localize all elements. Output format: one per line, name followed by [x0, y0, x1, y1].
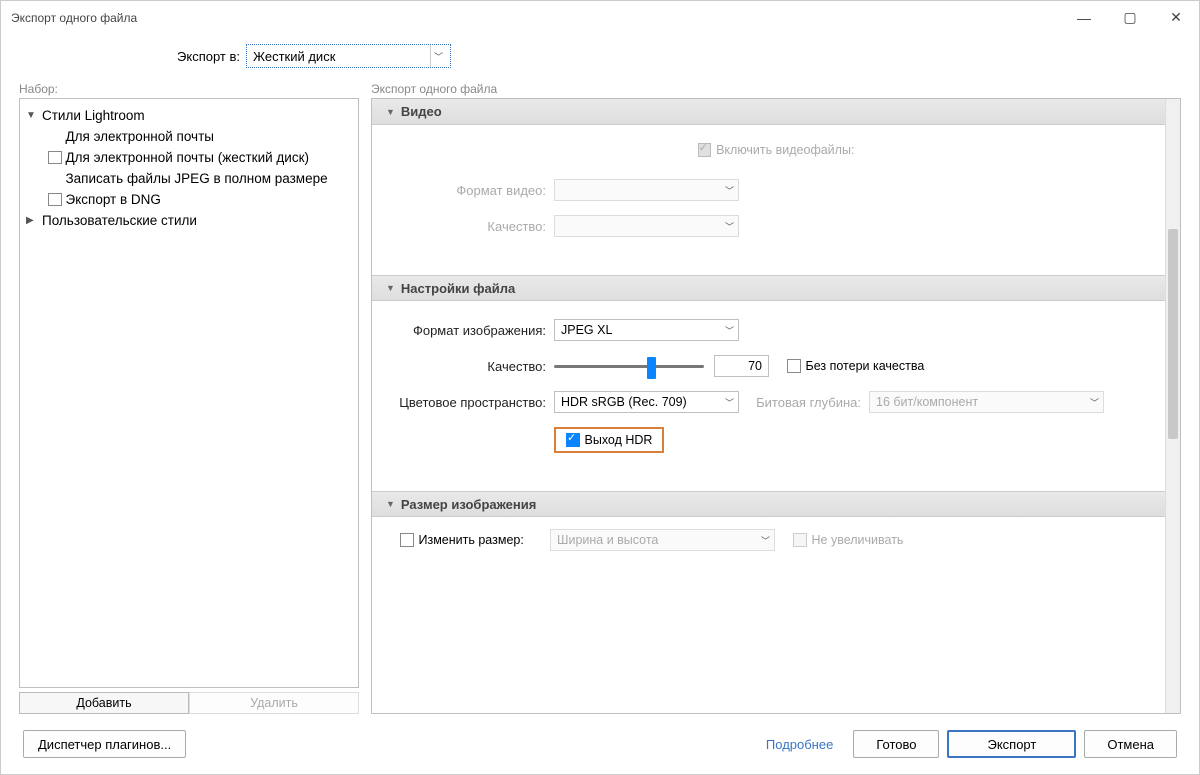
section-video-body: Включить видеофайлы: Формат видео: ﹀ Кач…	[372, 125, 1180, 275]
quality-input[interactable]	[714, 355, 769, 377]
export-destination-value: Жесткий диск	[253, 49, 335, 64]
chk-spacer	[48, 172, 62, 186]
chevron-down-icon: ﹀	[725, 324, 734, 337]
checkbox-icon	[698, 143, 712, 157]
presets-tree[interactable]: ▼ Стили Lightroom Для электронной почты …	[19, 98, 359, 688]
video-quality-label: Качество:	[394, 219, 554, 234]
preset-email-hd[interactable]: Для электронной почты (жесткий диск)	[24, 147, 354, 168]
chevron-down-icon: ﹀	[725, 396, 734, 409]
section-file-body: Формат изображения: JPEG XL﹀ Качество: Б…	[372, 301, 1180, 491]
remove-preset-button: Удалить	[189, 692, 359, 714]
chevron-down-icon: ﹀	[761, 534, 770, 547]
triangle-down-icon: ▼	[26, 110, 38, 121]
section-file-header[interactable]: ▼ Настройки файла	[372, 275, 1180, 301]
export-destination-select[interactable]: Жесткий диск ﹀	[246, 44, 451, 68]
triangle-down-icon: ▼	[386, 283, 395, 293]
settings-panel: Экспорт одного файла ▼ Видео Включить ви…	[371, 82, 1181, 714]
scrollbar-thumb[interactable]	[1168, 229, 1178, 439]
bitdepth-label: Битовая глубина:	[739, 395, 869, 410]
lossless-checkbox[interactable]: Без потери качества	[787, 359, 924, 373]
triangle-down-icon: ▼	[386, 499, 395, 509]
cancel-button[interactable]: Отмена	[1084, 730, 1177, 758]
preset-group-user[interactable]: ▶ Пользовательские стили	[24, 210, 354, 231]
quality-slider[interactable]	[554, 355, 704, 377]
checkbox-icon	[400, 533, 414, 547]
chevron-down-icon: ﹀	[725, 220, 734, 233]
more-link[interactable]: Подробнее	[766, 737, 833, 752]
vertical-scrollbar[interactable]	[1165, 99, 1180, 713]
checkbox-icon	[793, 533, 807, 547]
done-button[interactable]: Готово	[853, 730, 939, 758]
chk-spacer	[48, 130, 62, 144]
window-controls: — ▢ ✕	[1061, 1, 1199, 34]
checkbox-icon	[787, 359, 801, 373]
video-format-label: Формат видео:	[394, 183, 554, 198]
video-format-select: ﹀	[554, 179, 739, 201]
chevron-down-icon: ﹀	[430, 45, 446, 67]
hdr-output-highlight: Выход HDR	[554, 427, 664, 453]
maximize-button[interactable]: ▢	[1107, 1, 1153, 34]
triangle-right-icon: ▶	[26, 215, 38, 226]
preset-checkbox[interactable]	[48, 193, 62, 207]
add-preset-button[interactable]: Добавить	[19, 692, 189, 714]
footer: Диспетчер плагинов... Подробнее Готово Э…	[1, 714, 1199, 774]
export-destination-row: Экспорт в: Жесткий диск ﹀	[1, 34, 1199, 74]
chevron-down-icon: ﹀	[725, 184, 734, 197]
preset-group-lightroom[interactable]: ▼ Стили Lightroom	[24, 105, 354, 126]
include-video-checkbox: Включить видеофайлы:	[698, 143, 855, 157]
section-size-header[interactable]: ▼ Размер изображения	[372, 491, 1180, 517]
resize-mode-select: Ширина и высота﹀	[550, 529, 775, 551]
section-video-header[interactable]: ▼ Видео	[372, 99, 1180, 125]
chevron-down-icon: ﹀	[1090, 396, 1099, 409]
preset-jpeg-full[interactable]: Записать файлы JPEG в полном размере	[24, 168, 354, 189]
preset-email[interactable]: Для электронной почты	[24, 126, 354, 147]
colorspace-label: Цветовое пространство:	[394, 395, 554, 410]
resize-checkbox[interactable]: Изменить размер:	[400, 533, 550, 547]
quality-label: Качество:	[394, 359, 554, 374]
export-button[interactable]: Экспорт	[947, 730, 1076, 758]
export-to-label: Экспорт в:	[1, 49, 246, 64]
image-format-label: Формат изображения:	[394, 323, 554, 338]
no-upscale-checkbox: Не увеличивать	[793, 533, 903, 547]
preset-dng[interactable]: Экспорт в DNG	[24, 189, 354, 210]
settings-header: Экспорт одного файла	[371, 82, 1181, 98]
section-size-body: Изменить размер: Ширина и высота﹀ Не уве…	[372, 517, 1180, 589]
window-title: Экспорт одного файла	[11, 11, 137, 25]
preset-checkbox[interactable]	[48, 151, 62, 165]
close-button[interactable]: ✕	[1153, 1, 1199, 34]
hdr-output-checkbox[interactable]: Выход HDR	[566, 433, 652, 447]
presets-panel: Набор: ▼ Стили Lightroom Для электронной…	[19, 82, 359, 714]
checkbox-icon	[566, 433, 580, 447]
video-quality-select: ﹀	[554, 215, 739, 237]
colorspace-select[interactable]: HDR sRGB (Rec. 709)﹀	[554, 391, 739, 413]
bitdepth-select: 16 бит/компонент﹀	[869, 391, 1104, 413]
triangle-down-icon: ▼	[386, 107, 395, 117]
plugin-manager-button[interactable]: Диспетчер плагинов...	[23, 730, 186, 758]
image-format-select[interactable]: JPEG XL﹀	[554, 319, 739, 341]
titlebar: Экспорт одного файла — ▢ ✕	[1, 1, 1199, 34]
presets-header: Набор:	[19, 82, 359, 98]
minimize-button[interactable]: —	[1061, 1, 1107, 34]
